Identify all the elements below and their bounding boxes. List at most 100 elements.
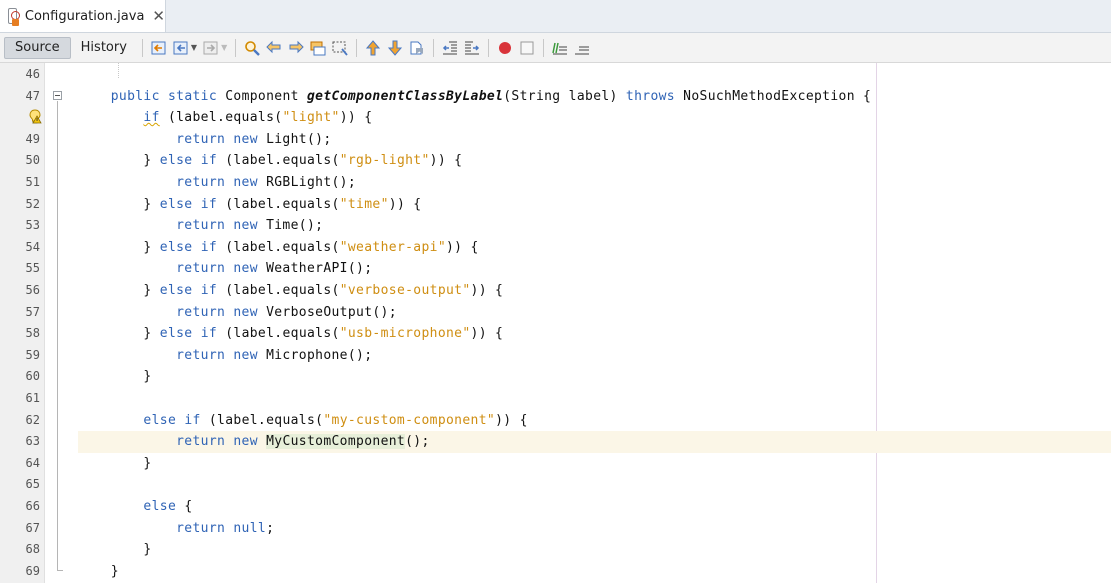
code-text: return new RGBLight(); xyxy=(176,175,357,190)
code-text: return new Light(); xyxy=(176,131,332,147)
start-macro-icon[interactable] xyxy=(496,39,514,57)
code-line: 66 else { xyxy=(0,496,1111,518)
line-number: 65 xyxy=(25,477,40,492)
code-line-current: 63 return new MyCustomComponent(); xyxy=(0,431,1111,453)
line-number: 51 xyxy=(25,175,40,189)
line-number: 54 xyxy=(25,239,40,254)
line-number: 47 xyxy=(25,88,40,103)
toolbar-separator xyxy=(356,38,358,57)
shift-left-icon[interactable] xyxy=(441,39,459,57)
code-line: 50 } else if (label.equals("rgb-light"))… xyxy=(0,150,1111,172)
close-icon[interactable]: ✕ xyxy=(152,8,165,24)
comment-icon[interactable] xyxy=(551,39,569,57)
code-text: } xyxy=(78,455,152,471)
code-line: 51 return new RGBLight(); xyxy=(0,172,1111,194)
code-text: if (label.equals("light")) { xyxy=(143,110,373,126)
toggle-bookmark-icon[interactable] xyxy=(408,39,426,57)
line-number: 55 xyxy=(25,261,40,276)
line-number: 56 xyxy=(25,283,40,297)
code-line: 53 return new Time(); xyxy=(0,215,1111,237)
line-number: 68 xyxy=(25,542,40,557)
find-icon[interactable] xyxy=(243,39,261,57)
toolbar-separator xyxy=(543,38,545,57)
find-previous-icon[interactable] xyxy=(265,39,283,57)
line-number: 61 xyxy=(25,391,40,405)
code-line: 54 } else if (label.equals("weather-api"… xyxy=(0,237,1111,259)
code-text: return new Microphone(); xyxy=(176,347,373,363)
line-number: 53 xyxy=(25,218,40,233)
line-number: 60 xyxy=(25,369,40,384)
code-text: } xyxy=(78,563,119,579)
code-text: } else if (label.equals("usb-microphone"… xyxy=(143,326,504,342)
code-text: return new WeatherAPI(); xyxy=(176,261,373,277)
line-number: 67 xyxy=(25,520,40,535)
line-number: 63 xyxy=(25,434,40,449)
code-line: 47 public static Component getComponentC… xyxy=(0,86,1111,108)
code-line: 68 } xyxy=(0,539,1111,561)
uncomment-icon[interactable] xyxy=(573,39,591,57)
code-text: } xyxy=(78,542,152,558)
code-text: return new MyCustomComponent(); xyxy=(176,434,430,450)
code-line: 56 } else if (label.equals("verbose-outp… xyxy=(0,280,1111,302)
find-selection-icon[interactable] xyxy=(331,39,349,57)
line-number: 62 xyxy=(25,412,40,427)
line-number: 46 xyxy=(25,67,40,81)
chevron-down-icon: ▼ xyxy=(221,43,228,52)
code-line: 48 if (label.equals("light")) { xyxy=(0,107,1111,129)
forward-icon xyxy=(202,39,220,57)
code-line: 55 return new WeatherAPI(); xyxy=(0,258,1111,280)
history-button[interactable]: History xyxy=(71,37,137,59)
line-number: 58 xyxy=(25,326,40,341)
code-line: 62 else if (label.equals("my-custom-comp… xyxy=(0,410,1111,432)
code-line: 67 return null; xyxy=(0,518,1111,540)
code-line: 46 xyxy=(0,64,1111,86)
line-number: 64 xyxy=(25,455,40,470)
code-line: 69 } xyxy=(0,561,1111,583)
line-number: 50 xyxy=(25,153,40,168)
find-next-icon[interactable] xyxy=(287,39,305,57)
code-line: 60 } xyxy=(0,366,1111,388)
code-text: } xyxy=(78,369,152,385)
toolbar-separator xyxy=(433,38,435,57)
code-line: 52 } else if (label.equals("time")) { xyxy=(0,194,1111,216)
line-number: 48 xyxy=(0,107,40,129)
toolbar-separator xyxy=(488,38,490,57)
editor-toolbar: Source History ▼ ▼ xyxy=(0,33,1111,63)
back-icon[interactable] xyxy=(172,39,190,57)
last-edit-icon[interactable] xyxy=(150,39,168,57)
line-number: 52 xyxy=(25,196,40,211)
code-text: public static Component getComponentClas… xyxy=(110,88,872,104)
line-number: 69 xyxy=(25,563,40,578)
toggle-highlight-icon[interactable] xyxy=(309,39,327,57)
code-text: } else if (label.equals("rgb-light")) { xyxy=(143,153,463,169)
toolbar-separator xyxy=(141,38,143,57)
code-line: 57 return new VerboseOutput(); xyxy=(0,302,1111,324)
shift-right-icon[interactable] xyxy=(463,39,481,57)
next-bookmark-icon[interactable] xyxy=(386,39,404,57)
code-line: 59 return new Microphone(); xyxy=(0,345,1111,367)
stop-macro-icon[interactable] xyxy=(518,39,536,57)
code-text: } else if (label.equals("weather-api")) … xyxy=(143,239,479,255)
code-line: 58 } else if (label.equals("usb-micropho… xyxy=(0,323,1111,345)
line-number: 66 xyxy=(25,499,40,513)
line-number: 49 xyxy=(25,131,40,146)
code-text: else if (label.equals("my-custom-compone… xyxy=(143,412,528,428)
code-text: } else if (label.equals("verbose-output"… xyxy=(143,283,504,298)
previous-bookmark-icon[interactable] xyxy=(364,39,382,57)
code-editor[interactable]: 46 47 public static Component getCompone… xyxy=(0,63,1111,583)
code-line: 49 return new Light(); xyxy=(0,129,1111,151)
code-text: } else if (label.equals("time")) { xyxy=(143,196,422,212)
code-line: 64 } xyxy=(0,453,1111,475)
source-button[interactable]: Source xyxy=(4,36,71,59)
toolbar-separator xyxy=(235,38,237,57)
code-text: return null; xyxy=(176,520,275,536)
file-java-icon xyxy=(8,8,20,26)
line-number: 57 xyxy=(25,304,40,319)
code-line: 61 xyxy=(0,388,1111,410)
editor-tab-bar: Configuration.java ✕ xyxy=(0,0,1111,33)
line-number: 59 xyxy=(25,347,40,362)
code-text: return new Time(); xyxy=(176,218,324,234)
tab-configuration-java[interactable]: Configuration.java ✕ xyxy=(0,0,166,32)
code-text: return new VerboseOutput(); xyxy=(176,304,397,320)
chevron-down-icon[interactable]: ▼ xyxy=(191,43,197,52)
